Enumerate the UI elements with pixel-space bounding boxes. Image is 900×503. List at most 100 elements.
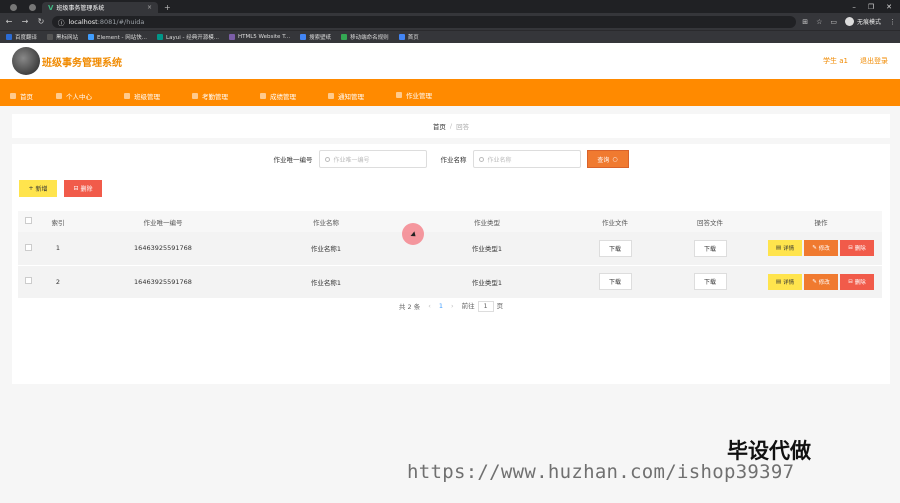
trash-icon: ⊟ xyxy=(73,185,79,192)
vue-icon: V xyxy=(48,3,54,12)
cell-file: 下载 xyxy=(570,265,660,298)
menu-dots-icon[interactable]: ⋮ xyxy=(889,18,896,26)
back-icon[interactable]: ← xyxy=(4,17,14,26)
menu-item-label: 班级管理 xyxy=(134,92,160,101)
edit-label: 修改 xyxy=(818,279,830,286)
col-type: 作业类型 xyxy=(474,218,500,227)
edit-icon: ✎ xyxy=(812,245,817,252)
browser-tab-active[interactable]: V 班级事务管理系统 × xyxy=(42,2,158,13)
download-file-button[interactable]: 下载 xyxy=(598,273,632,290)
new-tab-icon[interactable]: + xyxy=(158,2,177,13)
address-bar[interactable]: ⓘ localhost:8081/#/huida xyxy=(52,15,797,28)
search-icon xyxy=(478,156,484,162)
bookmark-icon xyxy=(228,34,235,40)
menu-icon xyxy=(56,92,62,99)
menu-icon xyxy=(124,92,130,99)
search-input-name[interactable]: 作业名称 xyxy=(472,150,581,168)
menu-item-label: 个人中心 xyxy=(66,92,92,101)
pagination: 共 2 条 ‹ 1 › 前往 1 页 xyxy=(12,300,890,312)
next-page-icon[interactable]: › xyxy=(451,302,454,310)
app-logo xyxy=(12,47,40,75)
mouse-cursor-highlight xyxy=(402,223,424,245)
delete-row-button[interactable]: ⊟ 删除 xyxy=(840,240,874,257)
close-window-icon[interactable]: ✕ xyxy=(886,1,892,13)
cell-index: 2 xyxy=(55,277,61,286)
cell-answer: 下载 xyxy=(660,232,760,265)
col-file: 作业文件 xyxy=(602,218,628,227)
download-answer-button[interactable]: 下载 xyxy=(693,239,727,257)
col-code: 作业唯一编号 xyxy=(143,218,183,227)
main-card: 作业唯一编号 作业唯一编号 作业名称 作业名称 查询 ○ + 新增 ⊟ 删除 索引 作… xyxy=(12,144,890,384)
bookmark-item[interactable]: 移动端命名规则 xyxy=(341,33,389,41)
bookmark-label: 首页 xyxy=(407,35,419,41)
menu-item-label: 首页 xyxy=(20,92,33,101)
row-checkbox[interactable] xyxy=(18,265,38,298)
bookmark-item[interactable]: Layui - 经典开源模... xyxy=(157,33,219,41)
bookmark-item[interactable]: 搜索壁纸 xyxy=(300,33,331,41)
cell-type: 作业类型1 xyxy=(471,245,503,254)
logout-link[interactable]: 退出登录 xyxy=(860,56,888,66)
restore-icon[interactable]: ❐ xyxy=(868,1,874,13)
browser-tab-github[interactable] xyxy=(23,2,42,13)
col-ops: 操作 xyxy=(814,218,828,227)
pager-jump-input[interactable]: 1 xyxy=(477,300,494,312)
add-button-label: 新增 xyxy=(35,186,48,193)
batch-delete-label: 删除 xyxy=(80,186,93,193)
batch-delete-button[interactable]: ⊟ 删除 xyxy=(64,180,102,197)
bookmark-icon xyxy=(300,34,307,40)
forward-icon[interactable]: → xyxy=(20,17,30,26)
close-tab-icon[interactable]: × xyxy=(147,4,152,11)
cell-code: 16463925591768 xyxy=(134,244,192,253)
delete-row-button[interactable]: ⊟ 删除 xyxy=(840,273,874,290)
bookmark-item[interactable]: 百度翻译 xyxy=(6,33,37,41)
menu-icon xyxy=(396,91,402,98)
bookmark-label: Layui - 经典开源模... xyxy=(166,35,219,41)
bookmark-item[interactable]: Element - 网站快... xyxy=(88,33,147,41)
delete-label: 删除 xyxy=(854,279,866,286)
pager-current[interactable]: 1 xyxy=(439,302,443,310)
edit-button[interactable]: ✎ 修改 xyxy=(804,240,838,257)
bookmark-item[interactable]: HTML5 Website T... xyxy=(228,34,290,40)
plus-icon: + xyxy=(28,185,34,192)
search-form: 作业唯一编号 作业唯一编号 作业名称 作业名称 查询 ○ xyxy=(12,150,890,168)
bookmark-item[interactable]: 黑标网站 xyxy=(47,33,78,41)
select-all-checkbox[interactable] xyxy=(18,211,38,232)
edit-button[interactable]: ✎ 修改 xyxy=(804,273,838,290)
search-button[interactable]: 查询 ○ xyxy=(586,150,629,168)
prev-page-icon[interactable]: ‹ xyxy=(428,302,431,310)
data-table: 索引 作业唯一编号 作业名称 作业类型 作业文件 回答文件 操作 1 164639… xyxy=(18,211,882,299)
col-index: 索引 xyxy=(51,218,65,227)
cell-code: 16463925591768 xyxy=(134,277,192,286)
cell-file: 下载 xyxy=(570,232,660,265)
detail-button[interactable]: ▤ 详情 xyxy=(768,273,802,290)
extensions-icon[interactable]: ▭ xyxy=(830,18,837,26)
search-input-code[interactable]: 作业唯一编号 xyxy=(318,150,427,168)
bookmarks-bar: 百度翻译 黑标网站 Element - 网站快... Layui - 经典开源模...… xyxy=(0,30,900,43)
bookmark-label: Element - 网站快... xyxy=(97,35,148,41)
app-header: 班级事务管理系统 学生 a1 退出登录 xyxy=(0,43,900,79)
add-button[interactable]: + 新增 xyxy=(19,180,57,197)
menu-icon xyxy=(260,92,266,99)
bookmark-item[interactable]: 首页 xyxy=(398,33,419,41)
menu-icon xyxy=(328,92,334,99)
search-placeholder-code: 作业唯一编号 xyxy=(333,156,370,164)
breadcrumb-home[interactable]: 首页 xyxy=(433,121,446,131)
url-path: :8081/#/huida xyxy=(97,17,145,26)
browser-tab-inactive[interactable] xyxy=(4,2,23,13)
detail-button[interactable]: ▤ 详情 xyxy=(768,240,802,257)
download-file-button[interactable]: 下载 xyxy=(598,239,632,257)
minimize-icon[interactable]: – xyxy=(852,1,856,13)
star-icon[interactable]: ☆ xyxy=(816,18,822,26)
reload-icon[interactable]: ↻ xyxy=(36,17,46,26)
incognito-icon xyxy=(844,17,854,26)
col-name: 作业名称 xyxy=(313,218,339,227)
menu-item-label: 成绩管理 xyxy=(270,92,296,101)
download-answer-button[interactable]: 下载 xyxy=(693,273,727,290)
cell-answer: 下载 xyxy=(660,265,760,298)
translate-icon[interactable]: ⊞ xyxy=(802,18,808,26)
cell-ops: ▤ 详情 ✎ 修改 ⊟ 删除 xyxy=(760,232,882,265)
bookmark-icon xyxy=(341,34,348,40)
incognito-badge[interactable]: 无痕模式 xyxy=(844,17,881,26)
row-checkbox[interactable] xyxy=(18,232,38,265)
trash-icon: ⊟ xyxy=(848,245,853,252)
